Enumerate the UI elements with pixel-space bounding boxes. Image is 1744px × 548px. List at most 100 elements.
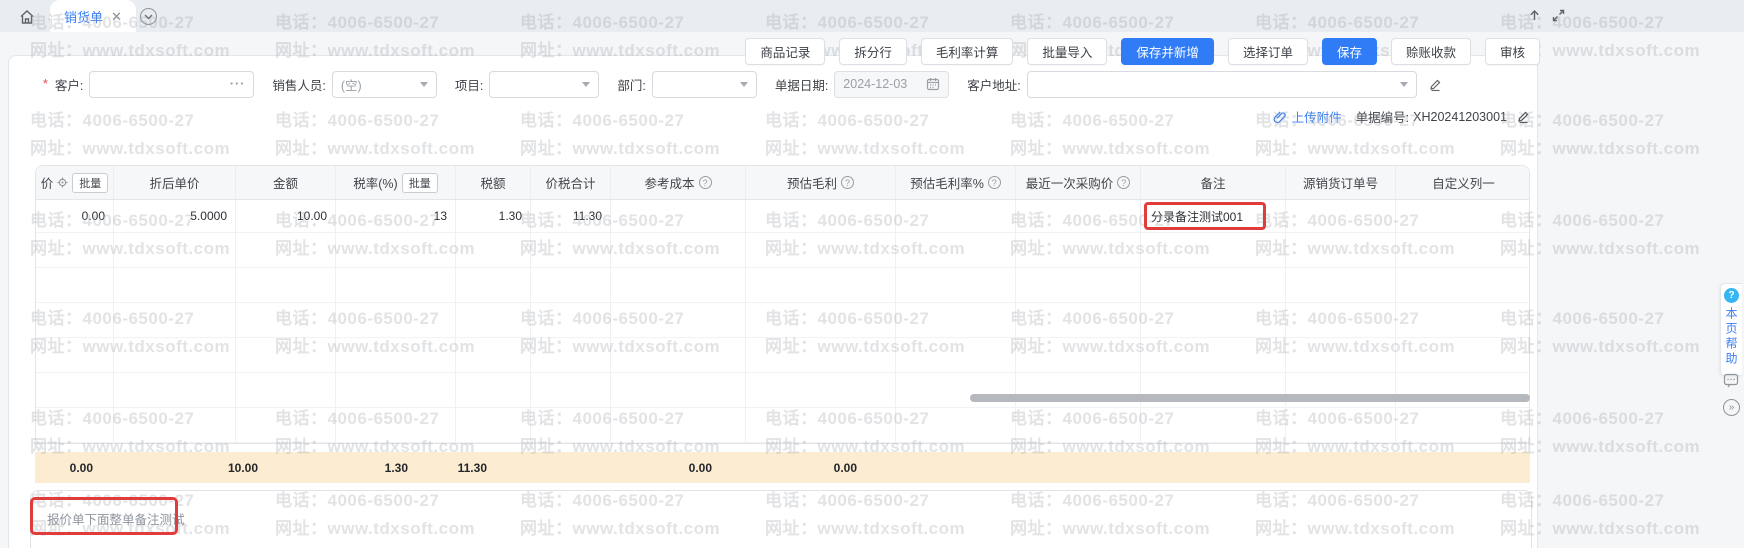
department-field: 部门: [617, 71, 756, 98]
cell-estimated-profit-rate[interactable] [896, 200, 1016, 233]
bill-date-input[interactable]: 2024-12-03 [834, 71, 949, 98]
save-and-new-button[interactable]: 保存并新增 [1121, 38, 1214, 65]
tab-bar: 销货单 ✕ [0, 0, 1744, 32]
customer-field: * 客户: ··· [43, 71, 254, 98]
feedback-message-button[interactable] [1722, 371, 1740, 389]
cell-price[interactable]: 0.00 [36, 200, 114, 233]
customer-address-select[interactable] [1027, 71, 1417, 98]
caret-down-icon [582, 82, 590, 87]
batch-import-button[interactable]: 批量导入 [1027, 38, 1107, 65]
help-icon[interactable]: ? [699, 176, 712, 189]
required-asterisk: * [43, 77, 48, 91]
column-header-estimated-profit-rate: 预估毛利率%? [896, 166, 1016, 199]
table-row-empty[interactable] [36, 373, 1529, 408]
cell-total-with-tax[interactable]: 11.30 [531, 200, 611, 233]
split-row-button[interactable]: 拆分行 [839, 38, 907, 65]
upload-attachment-link[interactable]: 上传附件 [1273, 107, 1342, 126]
salesperson-select[interactable]: (空) [332, 71, 437, 98]
totals-row: 0.00 10.00 1.30 11.30 0.00 0.00 [35, 452, 1530, 483]
column-header-price: 价 批量 [36, 166, 114, 199]
column-label: 折后单价 [149, 173, 199, 192]
tab-list-chevron-button[interactable] [140, 8, 157, 25]
bill-number-value: XH20241203001 [1413, 110, 1507, 124]
order-remark-textarea[interactable]: 报价单下面整单备注测试 [30, 490, 1532, 548]
table-row-empty[interactable] [36, 338, 1529, 373]
expand-icon[interactable] [1550, 7, 1566, 23]
edit-bill-number-button[interactable] [1517, 110, 1530, 123]
column-header-remark: 备注 [1141, 166, 1286, 199]
project-field: 项目: [455, 71, 599, 98]
horizontal-scrollbar-thumb[interactable] [970, 394, 1530, 402]
salesperson-value: (空) [341, 75, 362, 94]
cell-custom-col-1[interactable] [1396, 200, 1530, 233]
batch-set-tax-rate-button[interactable]: 批量 [402, 173, 438, 193]
attachment-row: 上传附件 单据编号: XH20241203001 [1273, 107, 1530, 126]
message-icon [1723, 373, 1739, 388]
column-header-tax-rate: 税率(%) 批量 [336, 166, 456, 199]
cell-estimated-profit[interactable] [746, 200, 896, 233]
table-row-empty[interactable] [36, 268, 1529, 303]
tab-close-icon[interactable]: ✕ [111, 10, 122, 23]
column-label: 税率(%) [353, 173, 397, 192]
department-label: 部门: [617, 75, 645, 94]
cell-last-purchase-price[interactable] [1016, 200, 1141, 233]
bill-date-label: 单据日期: [775, 75, 828, 94]
cell-tax[interactable]: 1.30 [456, 200, 531, 233]
cell-amount[interactable]: 10.00 [236, 200, 336, 233]
order-remark-value: 报价单下面整单备注测试 [47, 509, 185, 528]
items-grid: 价 批量 折后单价 金额 税率(%) 批量 税额 价税合计 参考成本? 预估毛利… [35, 165, 1530, 444]
column-label: 自定义列一 [1432, 173, 1495, 192]
paperclip-icon [1273, 110, 1287, 124]
customer-input[interactable]: ··· [89, 71, 254, 98]
caret-down-icon [1400, 82, 1408, 87]
calendar-icon[interactable] [926, 77, 940, 91]
column-header-total-with-tax: 价税合计 [531, 166, 611, 199]
customer-label: 客户: [55, 75, 83, 94]
department-select[interactable] [652, 71, 757, 98]
column-label: 预估毛利率% [910, 173, 984, 192]
total-estimated-profit: 0.00 [753, 452, 857, 483]
table-row-empty[interactable] [36, 408, 1529, 443]
window-controls [1526, 7, 1566, 23]
remark-value: 分录备注测试001 [1151, 208, 1243, 225]
column-header-custom-col-1: 自定义列一 [1396, 166, 1530, 199]
grid-header-row: 价 批量 折后单价 金额 税率(%) 批量 税额 价税合计 参考成本? 预估毛利… [36, 166, 1529, 200]
chevron-down-icon [144, 14, 153, 20]
table-row[interactable]: 0.00 5.0000 10.00 13 1.30 11.30 分录备注测试00… [36, 200, 1529, 233]
table-row-empty[interactable] [36, 233, 1529, 268]
help-icon[interactable]: ? [841, 176, 854, 189]
gear-icon[interactable] [57, 177, 68, 188]
customer-picker-trigger[interactable]: ··· [230, 77, 246, 91]
column-label: 税额 [480, 173, 505, 192]
project-select[interactable] [489, 71, 599, 98]
tab-sales-order[interactable]: 销货单 ✕ [50, 0, 136, 32]
column-header-source-order-no: 源销货订单号 [1286, 166, 1396, 199]
collapse-panel-button[interactable]: » [1723, 399, 1740, 416]
help-icon[interactable]: ? [1117, 176, 1130, 189]
page-help-button[interactable]: ? 本页帮助 [1720, 283, 1742, 376]
credit-collection-button[interactable]: 赊账收款 [1391, 38, 1471, 65]
customer-address-label: 客户地址: [967, 75, 1020, 94]
grid-body: 0.00 5.0000 10.00 13 1.30 11.30 分录备注测试00… [36, 200, 1529, 443]
batch-set-price-button[interactable]: 批量 [72, 173, 108, 193]
header-form: * 客户: ··· 销售人员: (空) 项目: 部门: [43, 70, 1442, 98]
edit-address-button[interactable] [1429, 78, 1442, 91]
home-button[interactable] [16, 6, 38, 28]
cell-tax-rate[interactable]: 13 [336, 200, 456, 233]
help-icon[interactable]: ? [988, 176, 1001, 189]
arrow-up-icon[interactable] [1526, 7, 1542, 23]
product-record-button[interactable]: 商品记录 [745, 38, 825, 65]
gross-margin-calc-button[interactable]: 毛利率计算 [921, 38, 1014, 65]
action-toolbar: 商品记录 拆分行 毛利率计算 批量导入 保存并新增 选择订单 保存 赊账收款 审… [745, 38, 1540, 65]
cell-discounted-price[interactable]: 5.0000 [114, 200, 236, 233]
cell-remark[interactable]: 分录备注测试001 [1141, 200, 1286, 233]
column-header-amount: 金额 [236, 166, 336, 199]
bill-date-field: 单据日期: 2024-12-03 [775, 71, 949, 98]
cell-source-order-no[interactable] [1286, 200, 1396, 233]
cell-reference-cost[interactable] [611, 200, 746, 233]
audit-button[interactable]: 审核 [1485, 38, 1540, 65]
column-label: 价税合计 [545, 173, 595, 192]
select-order-button[interactable]: 选择订单 [1228, 38, 1308, 65]
table-row-empty[interactable] [36, 303, 1529, 338]
save-button[interactable]: 保存 [1322, 38, 1377, 65]
